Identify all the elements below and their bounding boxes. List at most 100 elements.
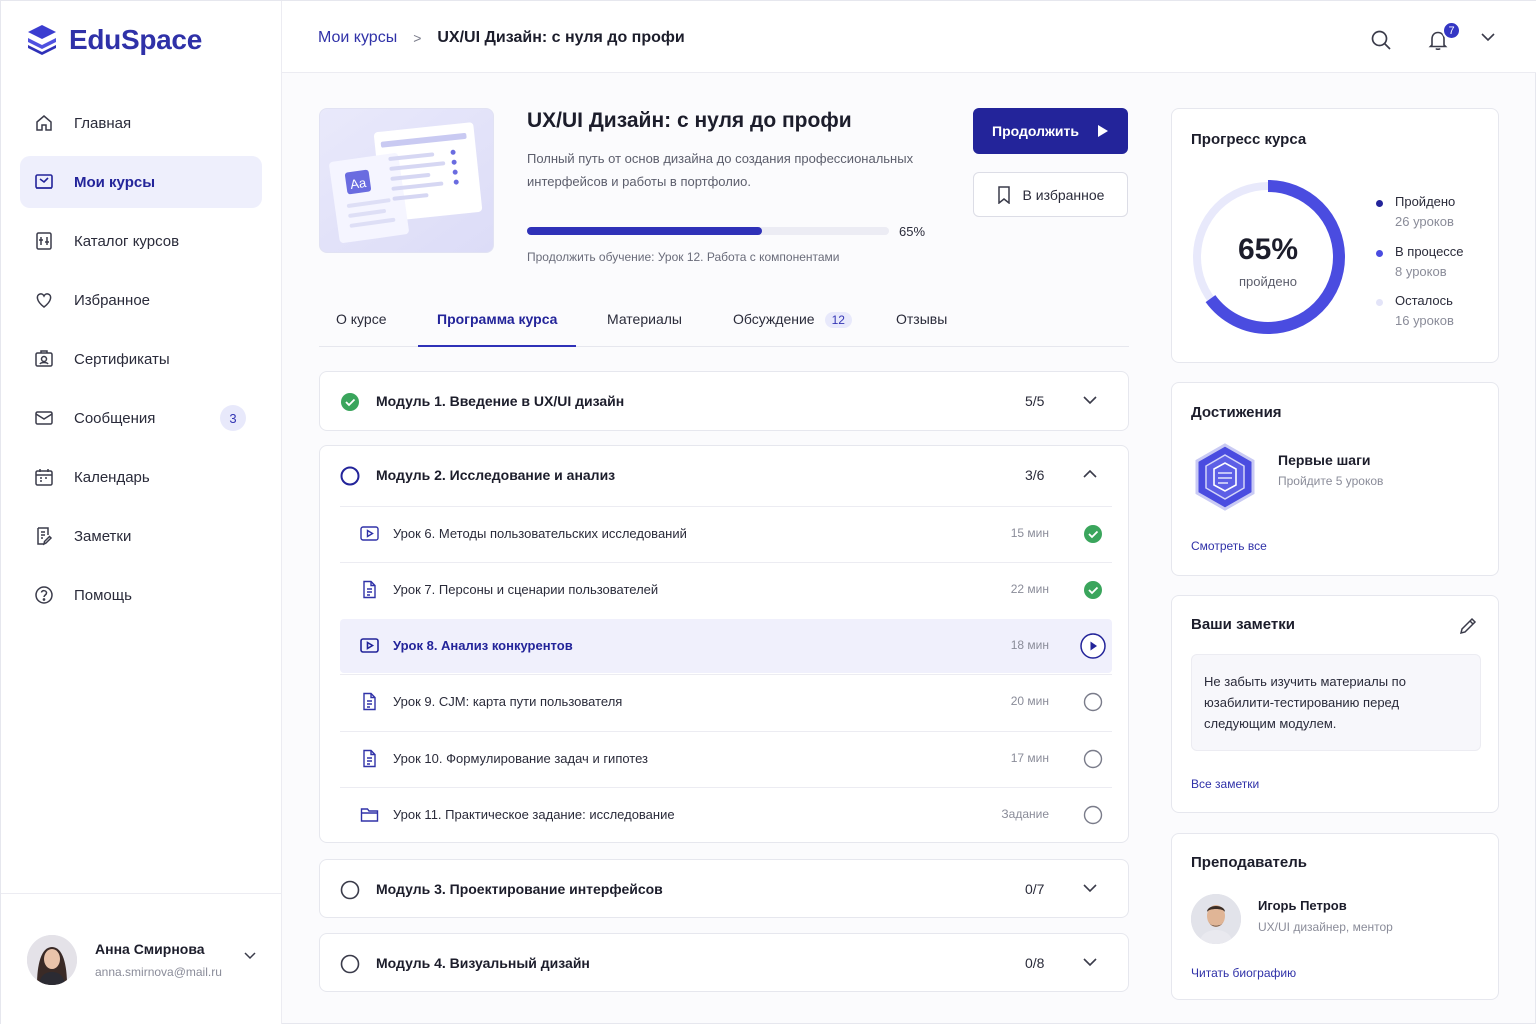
video-icon [360, 638, 379, 653]
chevron-down-icon[interactable] [1082, 956, 1098, 968]
sidebar-item-catalog[interactable]: Каталог курсов [20, 215, 262, 267]
sidebar-item-my-courses[interactable]: Мои курсы [20, 156, 262, 208]
course-thumbnail: Aa [319, 108, 494, 253]
chevron-down-icon[interactable] [243, 950, 257, 960]
home-icon [36, 115, 52, 131]
brand-name: EduSpace [69, 24, 202, 55]
mail-icon [35, 411, 53, 425]
tab-materials[interactable]: Материалы [607, 311, 682, 347]
tab-label: Обсуждение [733, 311, 815, 327]
certificate-icon [35, 350, 53, 367]
chevron-down-icon[interactable] [1480, 31, 1496, 43]
courses-icon [35, 174, 53, 189]
module-header[interactable]: Модуль 3. Проектирование интерфейсов 0/7 [320, 860, 1128, 919]
play-circle-icon[interactable] [1080, 633, 1106, 659]
lesson-title: Урок 7. Персоны и сценарии пользователей [393, 582, 659, 597]
lesson-row[interactable]: Урок 11. Практическое задание: исследова… [340, 787, 1112, 841]
sidebar-item-label: Главная [74, 114, 132, 132]
circle-outline-icon [1083, 692, 1103, 712]
lesson-duration: 20 мин [1010, 694, 1049, 708]
legend-sub: 26 уроков [1395, 214, 1454, 229]
legend-sub: 8 уроков [1395, 264, 1447, 279]
chevron-down-icon[interactable] [1082, 882, 1098, 894]
search-icon[interactable] [1370, 29, 1392, 51]
achievements-title: Достижения [1191, 404, 1282, 421]
app-window: EduSpace Главная Мои курсы Каталог курсо… [0, 0, 1536, 1024]
discussion-badge: 12 [824, 312, 852, 328]
continue-button[interactable]: Продолжить [973, 108, 1128, 154]
achievement-name: Первые шаги [1278, 452, 1371, 468]
module-title: Модуль 3. Проектирование интерфейсов [376, 881, 663, 897]
logo[interactable]: EduSpace [25, 23, 202, 57]
legend-dot [1376, 200, 1383, 207]
note-text[interactable]: Не забыть изучить материалы по юзабилити… [1191, 654, 1481, 751]
bookmark-icon [997, 185, 1010, 204]
topbar: Мои курсы > UX/UI Дизайн: с нуля до проф… [282, 1, 1536, 73]
continue-lesson-text: Продолжить обучение: Урок 12. Работа с к… [527, 250, 840, 264]
lesson-row[interactable]: Урок 6. Методы пользовательских исследов… [340, 506, 1112, 560]
legend-label: В процессе [1395, 244, 1464, 259]
chevron-up-icon[interactable] [1082, 468, 1098, 480]
module-title: Модуль 2. Исследование и анализ [376, 467, 616, 483]
sidebar-nav: Главная Мои курсы Каталог курсов Избранн… [20, 97, 262, 628]
tab-label: Материалы [607, 311, 682, 327]
all-notes-link[interactable]: Все заметки [1191, 777, 1259, 791]
achievements-card: Достижения Первые шаги Пройдите 5 уроков… [1171, 382, 1499, 576]
lesson-row[interactable]: Урок 9. CJM: карта пути пользователя 20 … [340, 674, 1112, 728]
module-header[interactable]: Модуль 4. Визуальный дизайн 0/8 [320, 934, 1128, 993]
module-header[interactable]: Модуль 2. Исследование и анализ 3/6 [320, 446, 1128, 505]
check-circle-icon [341, 393, 359, 411]
course-description: Полный путь от основ дизайна до создания… [527, 151, 914, 189]
legend-dot [1376, 299, 1383, 306]
sidebar-item-messages[interactable]: Сообщения 3 [20, 392, 262, 444]
circle-outline-icon [1083, 805, 1103, 825]
tab-label: Программа курса [437, 311, 558, 327]
sidebar-item-label: Календарь [74, 468, 150, 486]
calendar-icon [35, 469, 53, 486]
catalog-icon [36, 232, 52, 250]
progress-percent: 65% [1237, 233, 1299, 266]
teacher-card: Преподаватель Игорь Петров UX/UI дизайне… [1171, 833, 1499, 1000]
help-icon [35, 586, 53, 604]
messages-badge: 3 [220, 405, 246, 431]
sidebar-item-label: Сертификаты [74, 350, 170, 368]
user-name: Анна Смирнова [95, 940, 205, 957]
tab-label: О курсе [336, 311, 387, 327]
lesson-row-current[interactable]: Урок 8. Анализ конкурентов 18 мин [340, 619, 1112, 673]
breadcrumb-link[interactable]: Мои курсы [318, 29, 397, 47]
lesson-row[interactable]: Урок 7. Персоны и сценарии пользователей… [340, 562, 1112, 616]
teacher-card-title: Преподаватель [1191, 854, 1307, 871]
read-bio-link[interactable]: Читать биографию [1191, 966, 1296, 980]
sidebar-item-home[interactable]: Главная [20, 97, 262, 149]
module-card: Модуль 2. Исследование и анализ 3/6 Урок… [319, 445, 1129, 843]
tab-reviews[interactable]: Отзывы [896, 311, 947, 347]
module-count: 3/6 [1025, 467, 1045, 483]
sidebar-item-favorites[interactable]: Избранное [20, 274, 262, 326]
chevron-right-icon: > [413, 30, 422, 46]
course-tabs: О курсе Программа курса Материалы Обсужд… [319, 301, 1129, 347]
sidebar-item-certificates[interactable]: Сертификаты [20, 333, 262, 385]
module-title: Модуль 1. Введение в UX/UI дизайн [376, 393, 625, 409]
pencil-icon[interactable] [1458, 616, 1478, 636]
module-header[interactable]: Модуль 1. Введение в UX/UI дизайн 5/5 [320, 372, 1128, 431]
lesson-title: Урок 11. Практическое задание: исследова… [393, 807, 675, 822]
teacher-avatar [1191, 894, 1241, 944]
lesson-row[interactable]: Урок 10. Формулирование задач и гипотез … [340, 731, 1112, 785]
chevron-down-icon[interactable] [1082, 394, 1098, 406]
sidebar-item-label: Помощь [74, 586, 132, 604]
notes-card: Ваши заметки Не забыть изучить материалы… [1171, 595, 1499, 813]
user-profile[interactable]: Анна Смирнова anna.smirnova@mail.ru [1, 893, 281, 1024]
sidebar-item-calendar[interactable]: Календарь [20, 451, 262, 503]
tab-program[interactable]: Программа курса [418, 311, 577, 347]
add-to-favorites-button[interactable]: В избранное [973, 172, 1128, 217]
tab-discussion[interactable]: Обсуждение 12 [733, 311, 852, 347]
circle-outline-icon [340, 466, 360, 486]
video-icon [360, 526, 379, 541]
sidebar-item-help[interactable]: Помощь [20, 569, 262, 621]
breadcrumb: Мои курсы > UX/UI Дизайн: с нуля до проф… [318, 29, 685, 47]
see-all-achievements-link[interactable]: Смотреть все [1191, 539, 1267, 553]
lesson-title: Урок 8. Анализ конкурентов [393, 638, 573, 653]
sidebar-item-label: Каталог курсов [74, 232, 180, 250]
sidebar-item-notes[interactable]: Заметки [20, 510, 262, 562]
tab-about[interactable]: О курсе [336, 311, 386, 347]
